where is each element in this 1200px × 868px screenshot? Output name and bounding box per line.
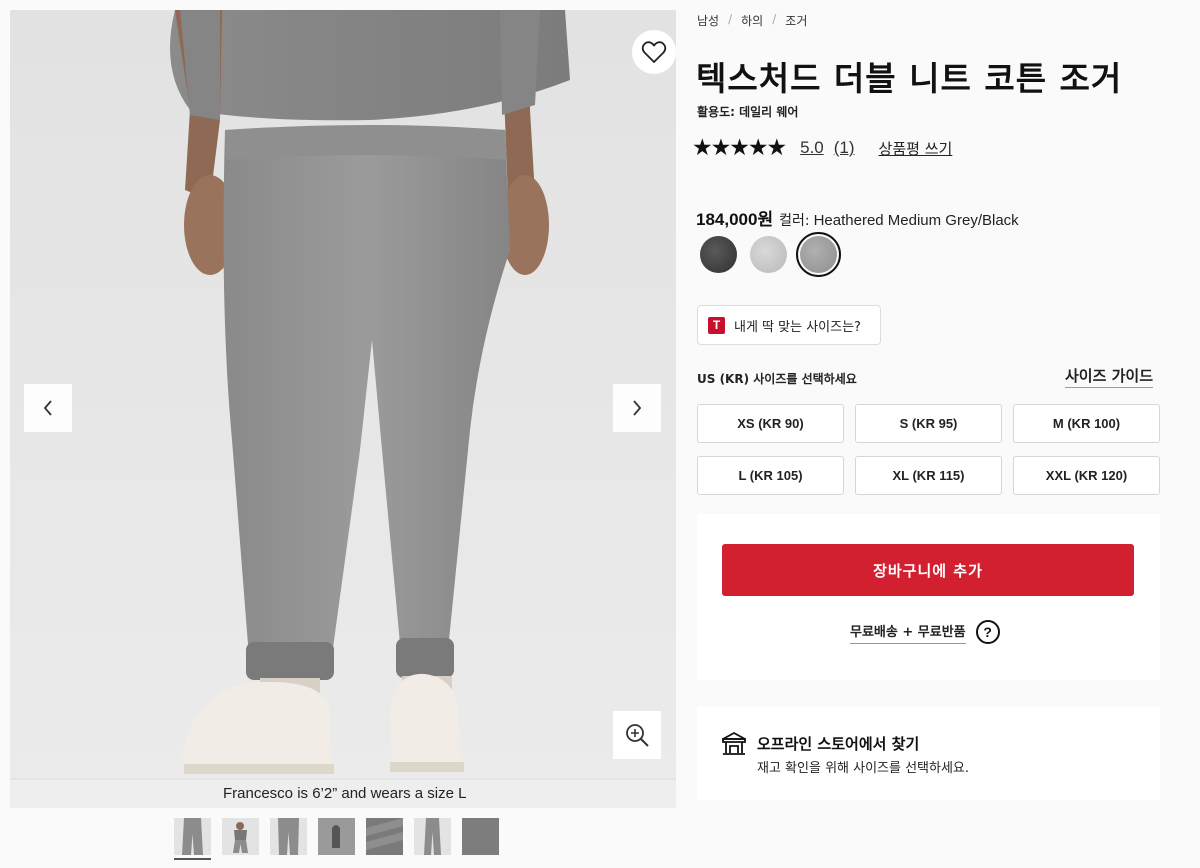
store-finder-panel[interactable]: 오프라인 스토어에서 찾기 재고 확인을 위해 사이즈를 선택하세요. <box>697 707 1160 800</box>
color-swatch-medium-grey[interactable] <box>800 236 837 273</box>
product-gallery: Francesco is 6’2” and wears a size L <box>10 10 676 808</box>
size-option-xs[interactable]: XS (KR 90) <box>697 404 844 443</box>
fit-finder-button[interactable]: T 내게 딱 맞는 사이즈는? <box>697 305 881 345</box>
fit-finder-label: 내게 딱 맞는 사이즈는? <box>734 319 861 335</box>
breadcrumb-separator: / <box>772 12 777 26</box>
zoom-button[interactable] <box>613 711 661 759</box>
size-option-m[interactable]: M (KR 100) <box>1013 404 1160 443</box>
cart-panel: 장바구니에 추가 무료배송 + 무료반품 ? <box>697 514 1160 680</box>
thumbnail[interactable] <box>462 818 499 855</box>
breadcrumb: 남성 / 하의 / 조거 <box>697 12 807 29</box>
add-to-cart-button[interactable]: 장바구니에 추가 <box>722 544 1134 596</box>
gallery-next-button[interactable] <box>613 384 661 432</box>
size-option-l[interactable]: L (KR 105) <box>697 456 844 495</box>
product-title: 텍스처드 더블 니트 코튼 조거 <box>696 59 1123 98</box>
thumbnail[interactable] <box>318 818 355 855</box>
size-option-xl[interactable]: XL (KR 115) <box>855 456 1002 495</box>
selected-color-name: Heathered Medium Grey/Black <box>813 212 1019 229</box>
product-activity: 활용도: 데일리 웨어 <box>697 105 799 119</box>
thumbnail-strip <box>174 818 514 862</box>
size-option-xxl[interactable]: XXL (KR 120) <box>1013 456 1160 495</box>
product-page: Francesco is 6’2” and wears a size L 남성 … <box>0 0 1200 868</box>
breadcrumb-item[interactable]: 하의 <box>741 12 763 29</box>
heart-icon <box>641 41 667 63</box>
color-label: 컬러: <box>779 213 810 229</box>
size-heading: US (KR) 사이즈를 선택하세요 <box>697 372 857 386</box>
help-icon[interactable]: ? <box>975 620 1000 644</box>
shipping-info: 무료배송 + 무료반품 ? <box>850 620 1000 644</box>
rating-score-link[interactable]: 5.0 <box>800 138 824 158</box>
model-caption: Francesco is 6’2” and wears a size L <box>223 785 467 802</box>
free-shipping-link[interactable]: 무료배송 + 무료반품 <box>850 621 966 644</box>
write-review-link[interactable]: 상품평 쓰기 <box>879 138 953 159</box>
favorite-button[interactable] <box>632 30 676 74</box>
breadcrumb-separator: / <box>728 12 733 26</box>
size-option-s[interactable]: S (KR 95) <box>855 404 1002 443</box>
gallery-prev-button[interactable] <box>24 384 72 432</box>
price-row: 184,000원 컬러: Heathered Medium Grey/Black <box>696 205 1019 230</box>
size-options: XS (KR 90) S (KR 95) M (KR 100) L (KR 10… <box>697 404 1160 495</box>
store-finder-title: 오프라인 스토어에서 찾기 <box>757 735 920 753</box>
breadcrumb-item[interactable]: 남성 <box>697 12 719 29</box>
fit-finder-badge-icon: T <box>708 316 725 334</box>
thumbnail[interactable] <box>174 818 211 855</box>
active-thumbnail-indicator <box>174 858 211 860</box>
chevron-right-icon <box>633 400 642 416</box>
size-guide-link[interactable]: 사이즈 가이드 <box>1065 365 1154 388</box>
store-icon <box>722 732 746 755</box>
thumbnail[interactable] <box>366 818 403 855</box>
product-photo <box>10 10 676 778</box>
product-price: 184,000원 <box>696 210 774 229</box>
rating-row: ★★★★★ 5.0 (1) 상품평 쓰기 <box>692 135 952 161</box>
zoom-in-icon <box>626 724 649 747</box>
color-swatch-dark-grey[interactable] <box>700 236 737 273</box>
store-finder-subtitle: 재고 확인을 위해 사이즈를 선택하세요. <box>757 761 970 776</box>
thumbnail[interactable] <box>414 818 451 855</box>
thumbnail[interactable] <box>270 818 307 855</box>
rating-count-link[interactable]: (1) <box>834 138 855 158</box>
star-rating: ★★★★★ <box>692 135 787 161</box>
thumbnail[interactable] <box>222 818 259 855</box>
breadcrumb-item[interactable]: 조거 <box>785 12 807 29</box>
chevron-left-icon <box>43 400 52 416</box>
color-swatch-light-grey[interactable] <box>750 236 787 273</box>
